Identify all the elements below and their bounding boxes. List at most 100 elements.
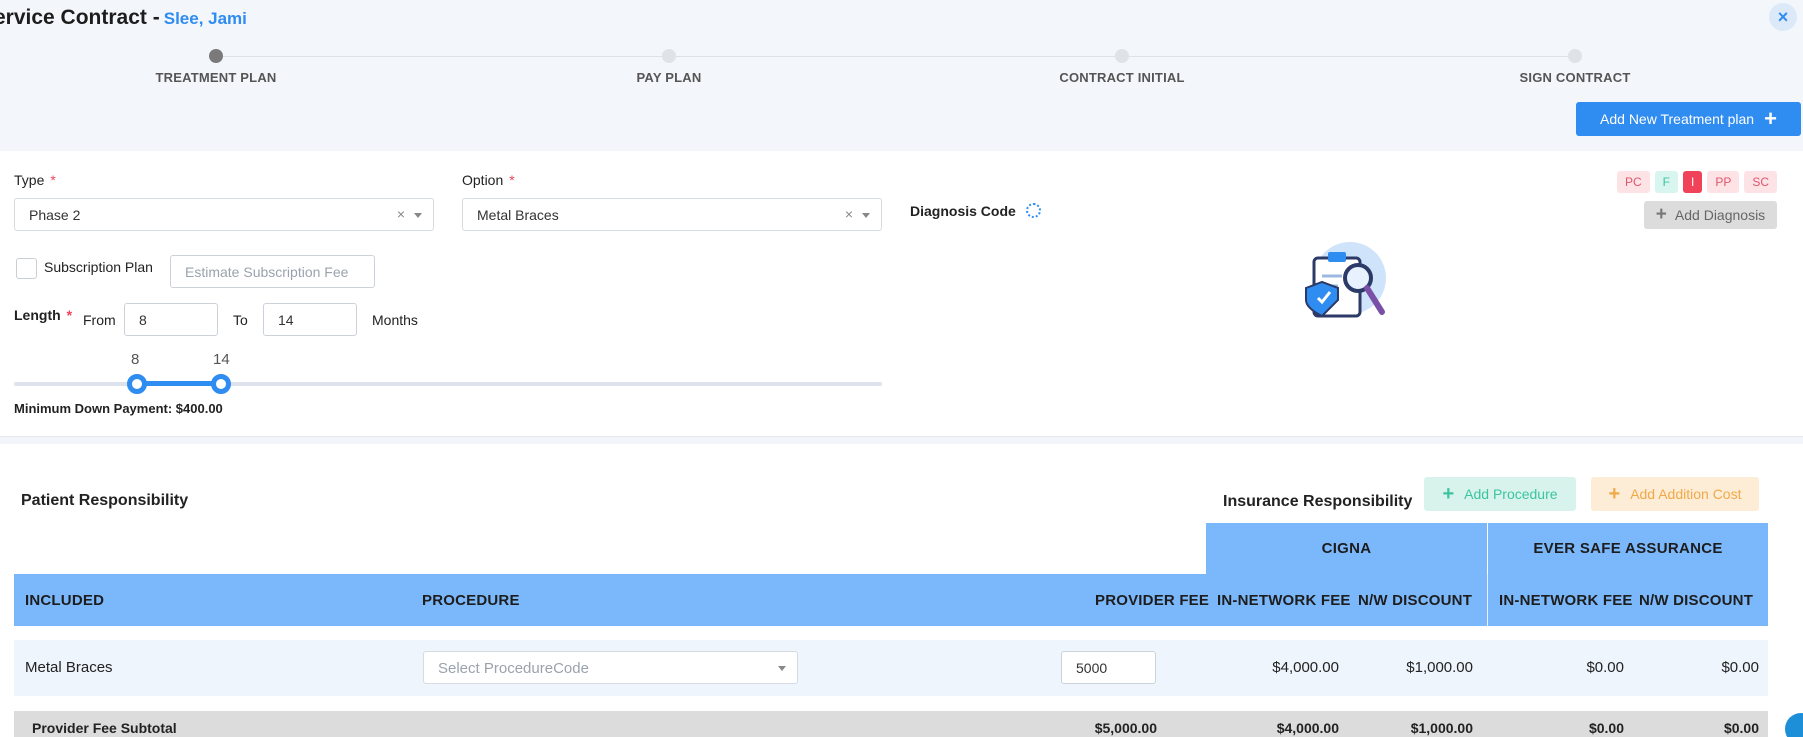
- subscription-fee-input[interactable]: Estimate Subscription Fee: [170, 255, 375, 288]
- required-asterisk: *: [509, 172, 515, 188]
- length-to-value: 14: [278, 312, 294, 328]
- months-label: Months: [372, 312, 418, 328]
- patient-name-link[interactable]: Slee, Jami: [164, 9, 247, 28]
- subtotal-in-network-fee-cigna: $4,000.00: [1276, 720, 1339, 736]
- included-item: Metal Braces: [25, 659, 113, 676]
- insurer-header-cigna: CIGNA: [1206, 523, 1487, 574]
- type-select-value: Phase 2: [29, 207, 81, 223]
- step-dot: [1115, 49, 1129, 63]
- provider-fee-value: 5000: [1076, 660, 1108, 676]
- insurer-header-ever-safe: EVER SAFE ASSURANCE: [1488, 523, 1768, 574]
- clipboard-search-icon: [1300, 240, 1392, 322]
- nw-discount-ever-safe: $0.00: [1721, 659, 1759, 676]
- gear-icon[interactable]: [1025, 203, 1041, 218]
- step-label: PAY PLAN: [636, 70, 702, 85]
- step-contract-initial[interactable]: CONTRACT INITIAL: [1012, 49, 1232, 85]
- chevron-down-icon: [414, 213, 422, 218]
- add-procedure-button[interactable]: + Add Procedure: [1424, 477, 1576, 511]
- add-diagnosis-button[interactable]: + Add Diagnosis: [1644, 201, 1777, 229]
- badge-f[interactable]: F: [1654, 171, 1678, 193]
- treatment-plan-card: [0, 151, 1803, 437]
- plus-icon: +: [1764, 106, 1777, 131]
- column-divider: [1487, 574, 1488, 626]
- in-network-fee-ever-safe: $0.00: [1586, 659, 1624, 676]
- close-icon: ×: [1777, 6, 1789, 27]
- add-diagnosis-label: Add Diagnosis: [1674, 207, 1766, 223]
- status-badges: PC F I PP SC: [1616, 171, 1777, 193]
- slider-range-fill: [136, 381, 222, 386]
- slider-max-value: 14: [213, 351, 230, 368]
- subscription-plan-label: Subscription Plan: [44, 259, 153, 275]
- option-select[interactable]: Metal Braces ×: [462, 198, 882, 231]
- slider-min-handle[interactable]: [127, 374, 147, 394]
- diagnosis-code-label: Diagnosis Code: [910, 203, 1041, 219]
- badge-pc[interactable]: PC: [1616, 171, 1650, 193]
- title-text: ervice Contract -: [0, 6, 160, 29]
- step-label: TREATMENT PLAN: [155, 70, 277, 85]
- chevron-down-icon: [778, 666, 786, 671]
- procedure-code-placeholder: Select ProcedureCode: [438, 660, 589, 677]
- step-label: CONTRACT INITIAL: [1059, 70, 1185, 85]
- badge-pp[interactable]: PP: [1707, 171, 1740, 193]
- slider-min-value: 8: [131, 351, 140, 368]
- patient-responsibility-title: Patient Responsibility: [21, 492, 189, 509]
- length-to-input[interactable]: 14: [263, 303, 357, 336]
- badge-sc[interactable]: SC: [1744, 171, 1777, 193]
- step-treatment-plan[interactable]: TREATMENT PLAN: [106, 49, 326, 85]
- add-addition-cost-label: Add Addition Cost: [1630, 486, 1742, 502]
- table-row: Metal Braces Select ProcedureCode 5000 $…: [14, 640, 1768, 696]
- procedure-code-select[interactable]: Select ProcedureCode: [423, 651, 798, 684]
- option-label: Option *: [462, 172, 515, 188]
- nw-discount-cigna: $1,000.00: [1406, 659, 1473, 676]
- header-in-network-fee-cigna: IN-NETWORK FEE: [1217, 592, 1351, 609]
- header-in-network-fee-ever-safe: IN-NETWORK FEE: [1499, 592, 1633, 609]
- subtotal-row: Provider Fee Subtotal $5,000.00 $4,000.0…: [14, 711, 1768, 737]
- chevron-down-icon: [862, 213, 870, 218]
- from-label: From: [83, 312, 116, 328]
- add-treatment-plan-button[interactable]: Add New Treatment plan +: [1576, 102, 1801, 136]
- page-header: ervice Contract - Slee, Jami × TREATMENT …: [0, 0, 1803, 150]
- add-treatment-plan-label: Add New Treatment plan: [1600, 111, 1755, 127]
- subtotal-label: Provider Fee Subtotal: [32, 720, 177, 736]
- subtotal-nw-discount-ever-safe: $0.00: [1723, 720, 1759, 736]
- plus-icon: +: [1655, 204, 1667, 225]
- clear-icon[interactable]: ×: [845, 206, 853, 222]
- subscription-fee-placeholder: Estimate Subscription Fee: [185, 264, 349, 280]
- close-button[interactable]: ×: [1769, 3, 1797, 31]
- header-included: INCLUDED: [25, 592, 105, 609]
- page-title: ervice Contract - Slee, Jami: [0, 6, 247, 30]
- required-asterisk: *: [50, 172, 56, 188]
- step-dot: [209, 49, 223, 63]
- type-select[interactable]: Phase 2 ×: [14, 198, 434, 231]
- step-dot: [662, 49, 676, 63]
- type-label: Type *: [14, 172, 56, 188]
- length-from-input[interactable]: 8: [124, 303, 218, 336]
- badge-i[interactable]: I: [1682, 171, 1703, 193]
- header-provider-fee: PROVIDER FEE: [1095, 592, 1210, 609]
- to-label: To: [233, 312, 248, 328]
- step-sign-contract[interactable]: SIGN CONTRACT: [1465, 49, 1685, 85]
- subtotal-in-network-fee-ever-safe: $0.00: [1588, 720, 1624, 736]
- step-label: SIGN CONTRACT: [1519, 70, 1631, 85]
- stepper-line: [216, 56, 1576, 57]
- add-procedure-label: Add Procedure: [1464, 486, 1558, 502]
- header-nw-discount-cigna: N/W DISCOUNT: [1358, 592, 1473, 609]
- insurance-responsibility-title: Insurance Responsibility: [1223, 493, 1413, 510]
- subtotal-nw-discount-cigna: $1,000.00: [1410, 720, 1473, 736]
- provider-fee-input[interactable]: 5000: [1061, 651, 1156, 684]
- subscription-plan-checkbox[interactable]: [16, 258, 37, 279]
- clear-icon[interactable]: ×: [397, 206, 405, 222]
- step-dot: [1568, 49, 1582, 63]
- step-pay-plan[interactable]: PAY PLAN: [559, 49, 779, 85]
- slider-max-handle[interactable]: [211, 374, 231, 394]
- plus-icon: +: [1442, 483, 1455, 505]
- minimum-down-payment: Minimum Down Payment: $400.00: [14, 401, 223, 416]
- option-select-value: Metal Braces: [477, 207, 559, 223]
- length-label: Length *: [14, 307, 73, 323]
- add-addition-cost-button[interactable]: + Add Addition Cost: [1591, 477, 1759, 511]
- length-from-value: 8: [139, 312, 147, 328]
- header-nw-discount-ever-safe: N/W DISCOUNT: [1639, 592, 1754, 609]
- header-procedure: PROCEDURE: [422, 592, 520, 609]
- table-header: INCLUDED PROCEDURE PROVIDER FEE IN-NETWO…: [14, 574, 1768, 626]
- subtotal-provider-fee: $5,000.00: [1094, 720, 1157, 736]
